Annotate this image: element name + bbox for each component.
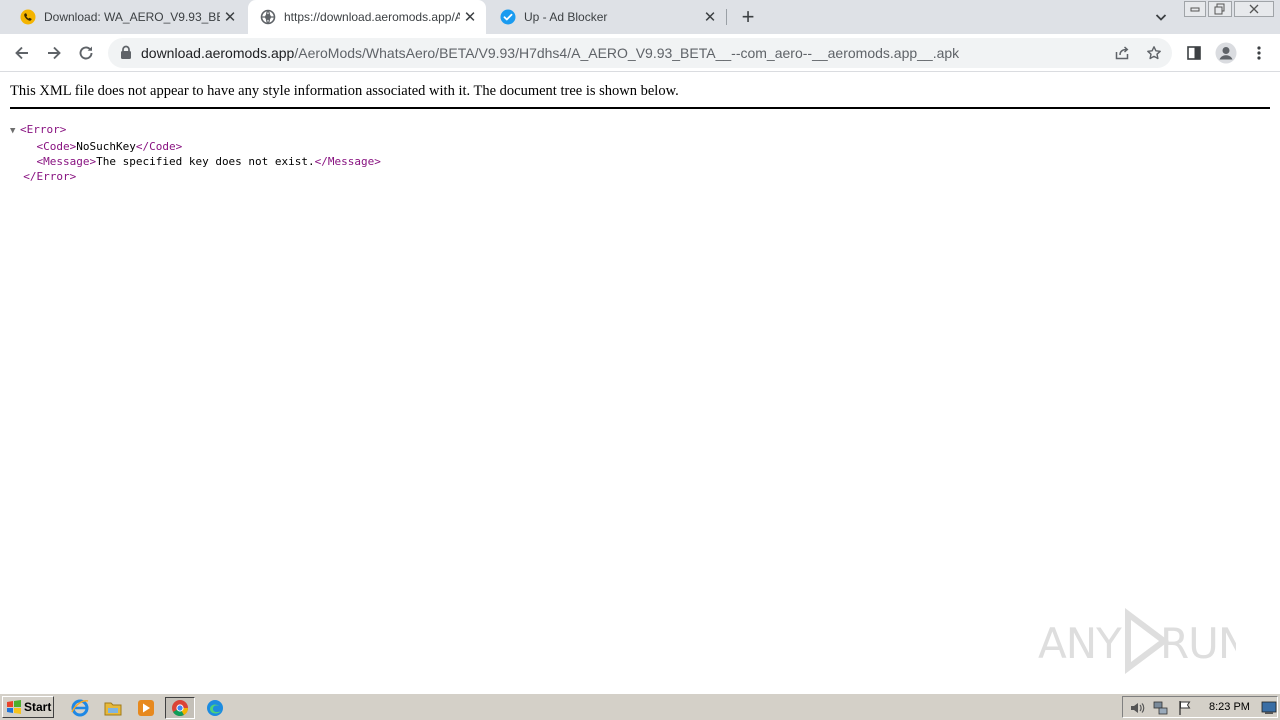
svg-text:RUN: RUN xyxy=(1160,619,1236,668)
new-tab-button[interactable]: + xyxy=(736,4,760,29)
tab-ad-blocker[interactable]: Up - Ad Blocker ✕ xyxy=(488,0,726,34)
lock-icon[interactable] xyxy=(120,45,134,61)
chrome-taskbar-icon[interactable] xyxy=(165,697,195,719)
network-icon[interactable] xyxy=(1153,700,1169,716)
media-player-icon[interactable] xyxy=(135,697,157,719)
share-icon[interactable] xyxy=(1112,43,1132,63)
profile-avatar-icon[interactable] xyxy=(1214,41,1238,65)
tab-close-icon[interactable]: ✕ xyxy=(460,7,480,27)
start-button[interactable]: Start xyxy=(2,696,54,718)
taskbar-clock[interactable]: 8:23 PM xyxy=(1209,701,1250,713)
xml-style-notice: This XML file does not appear to have an… xyxy=(10,83,1270,109)
xml-tag: <Message> xyxy=(36,155,97,168)
forward-arrow-icon xyxy=(48,46,61,60)
back-arrow-icon xyxy=(15,46,28,60)
xml-error-open-line: ▼ <Error> xyxy=(10,122,381,139)
internet-explorer-icon[interactable] xyxy=(69,697,91,719)
xml-document-tree: ▼ <Error> <Code>NoSuchKey</Code> <Message… xyxy=(10,122,381,184)
url-host: download.aeromods.app xyxy=(141,45,295,61)
xml-code-line: <Code>NoSuchKey</Code> xyxy=(10,139,381,154)
system-tray: 8:23 PM xyxy=(1122,696,1278,718)
windows-taskbar: Start 8:23 PM xyxy=(0,693,1280,720)
action-center-flag-icon[interactable] xyxy=(1177,700,1193,716)
tab-title: Download: WA_AERO_V9.93_BETA_ xyxy=(44,10,220,24)
tab-title: https://download.aeromods.app/Ae xyxy=(284,10,460,24)
url-path: /AeroMods/WhatsAero/BETA/V9.93/H7dhs4/A_… xyxy=(294,45,960,61)
tab-title: Up - Ad Blocker xyxy=(524,10,608,24)
xml-message-value: The specified key does not exist. xyxy=(96,155,315,168)
restore-button[interactable] xyxy=(1208,1,1232,17)
xml-message-line: <Message>The specified key does not exis… xyxy=(10,154,381,169)
edge-icon[interactable] xyxy=(204,697,226,719)
file-explorer-icon[interactable] xyxy=(102,697,124,719)
tab-separator xyxy=(726,9,727,25)
xml-code-value: NoSuchKey xyxy=(76,140,136,153)
xml-tag: </Message> xyxy=(314,155,381,168)
url-text[interactable]: download.aeromods.app/AeroMods/WhatsAero… xyxy=(141,45,959,61)
tab-close-icon[interactable]: ✕ xyxy=(700,7,720,27)
close-window-button[interactable] xyxy=(1234,1,1274,17)
reload-button[interactable] xyxy=(72,39,100,67)
anyrun-watermark: ANY RUN xyxy=(1036,608,1236,674)
bookmark-star-icon[interactable] xyxy=(1144,43,1164,63)
collapse-toggle-icon[interactable]: ▼ xyxy=(10,124,20,139)
check-badge-icon xyxy=(500,9,516,25)
svg-text:ANY: ANY xyxy=(1038,619,1122,668)
windows-logo-icon xyxy=(7,700,21,714)
address-bar[interactable]: download.aeromods.app/AeroMods/WhatsAero… xyxy=(108,38,1172,68)
forward-button[interactable] xyxy=(40,39,68,67)
browser-toolbar: download.aeromods.app/AeroMods/WhatsAero… xyxy=(0,34,1280,72)
globe-icon xyxy=(260,9,276,25)
show-desktop-icon[interactable] xyxy=(1261,700,1277,716)
tab-close-icon[interactable]: ✕ xyxy=(220,7,240,27)
close-icon xyxy=(1249,4,1259,14)
tab-search-chevron-icon[interactable] xyxy=(1150,6,1172,28)
xml-tag: <Error> xyxy=(20,123,67,136)
minimize-icon xyxy=(1190,7,1200,12)
tab-xml-error[interactable]: https://download.aeromods.app/Ae ✕ xyxy=(248,0,486,34)
start-label: Start xyxy=(24,700,52,714)
restore-icon xyxy=(1214,3,1225,15)
tab-strip: Download: WA_AERO_V9.93_BETA_ ✕ https://… xyxy=(0,0,1280,34)
reload-icon xyxy=(79,46,93,60)
minimize-button[interactable] xyxy=(1184,1,1206,17)
xml-tag: <Code> xyxy=(36,140,77,153)
whatsapp-aero-icon xyxy=(20,9,36,25)
volume-icon[interactable] xyxy=(1129,700,1145,716)
xml-error-close-line: </Error> xyxy=(10,169,381,184)
back-button[interactable] xyxy=(8,39,36,67)
xml-tag: </Error> xyxy=(23,170,77,183)
xml-tag: </Code> xyxy=(135,140,183,153)
tab-download[interactable]: Download: WA_AERO_V9.93_BETA_ ✕ xyxy=(8,0,246,34)
kebab-menu-icon[interactable] xyxy=(1249,43,1269,63)
side-panel-icon[interactable] xyxy=(1184,43,1204,63)
